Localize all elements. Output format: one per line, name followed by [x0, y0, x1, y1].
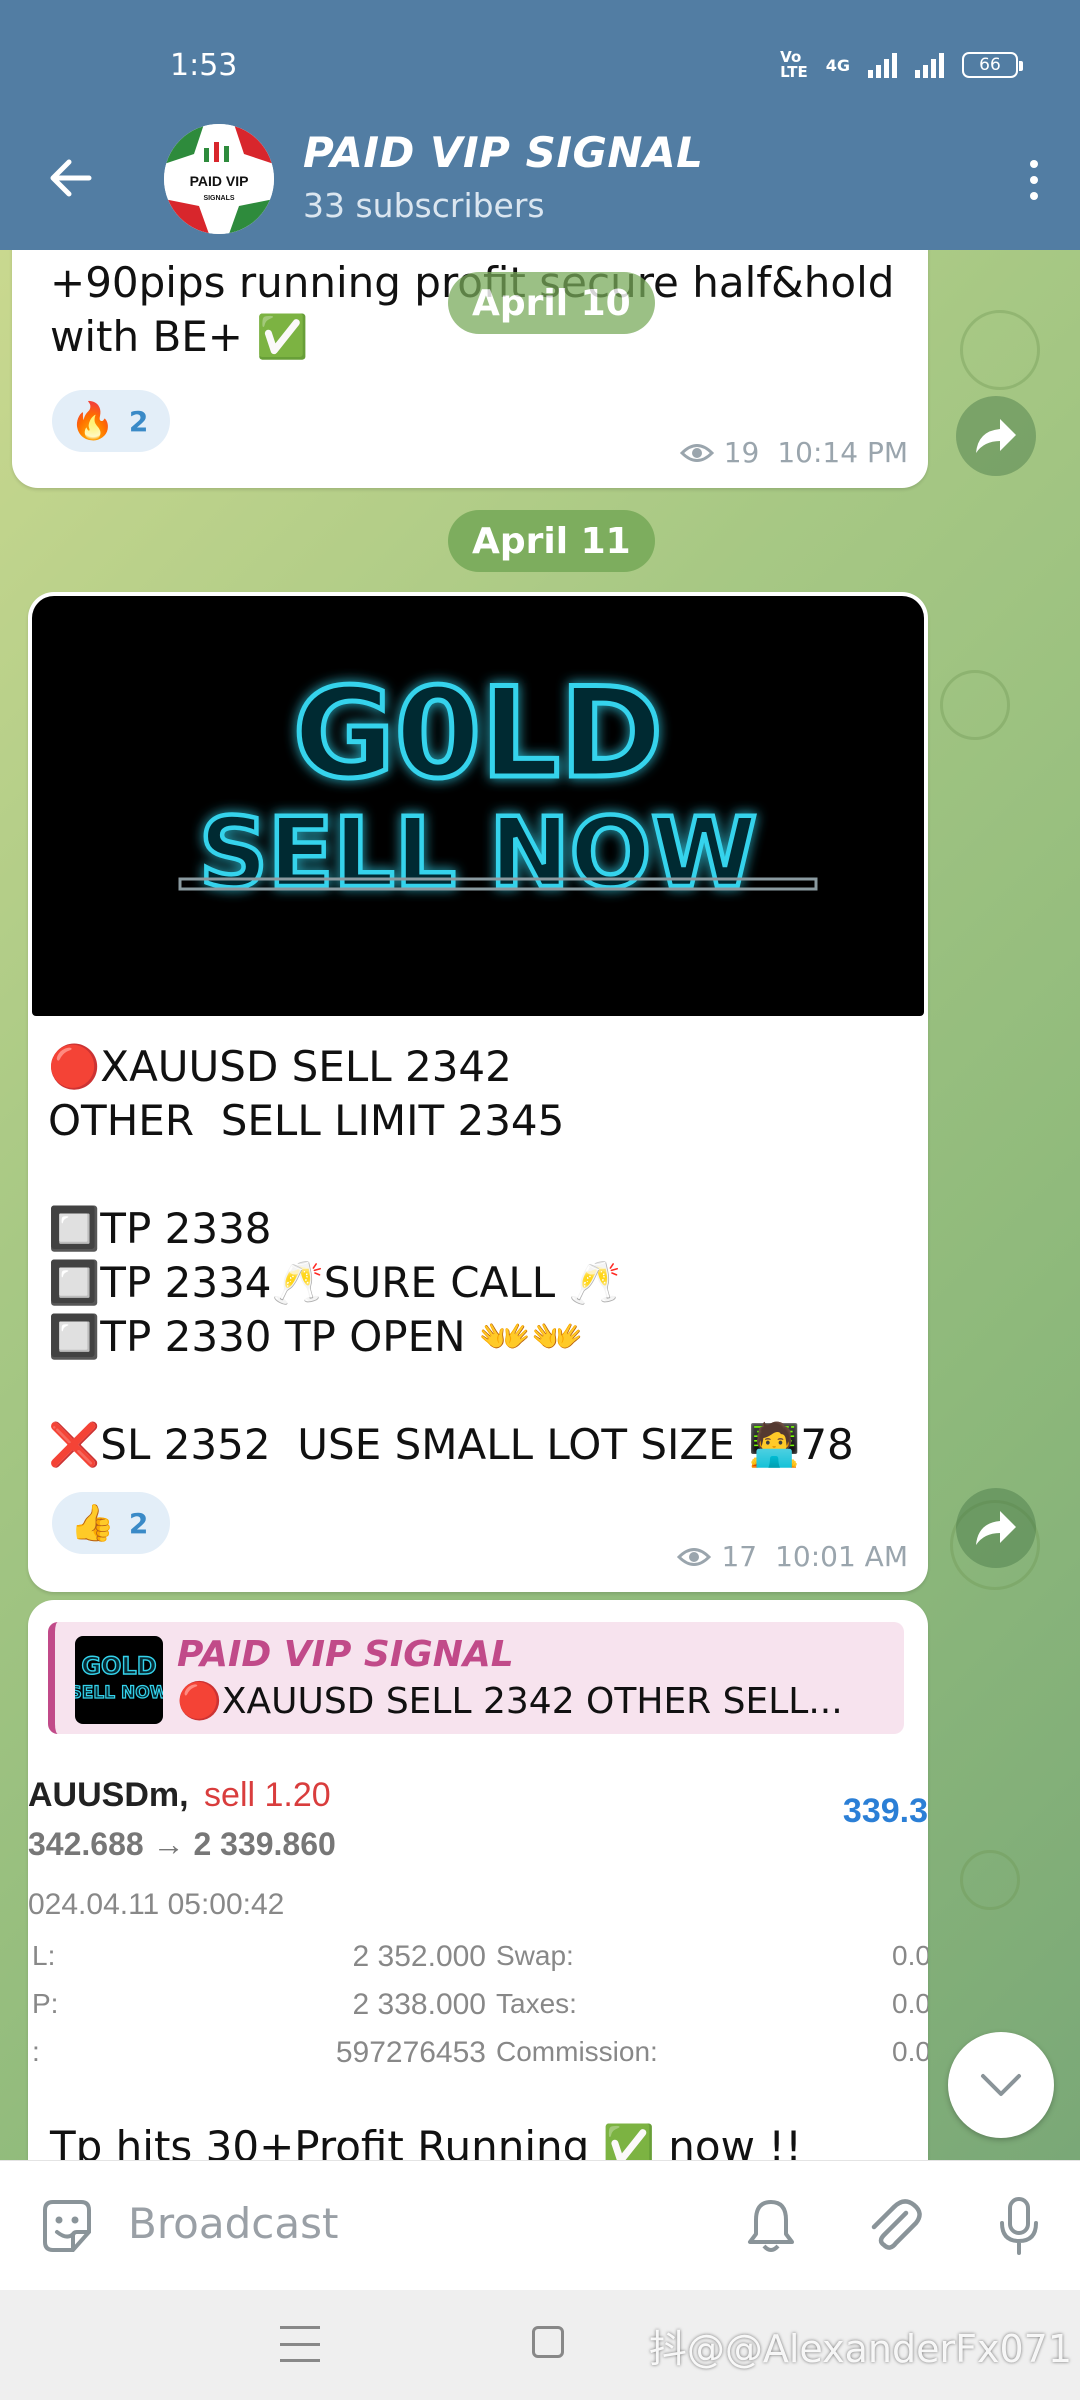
- trade-profit: 339.3: [842, 1792, 928, 1830]
- scroll-down-button[interactable]: [948, 2032, 1054, 2138]
- subscriber-count: 33 subscribers: [303, 186, 545, 225]
- reaction-chip[interactable]: 🔥 2: [52, 390, 171, 452]
- wallpaper-doodle: [940, 670, 1010, 740]
- recents-icon: [280, 2326, 320, 2329]
- bell-icon: [748, 2200, 794, 2252]
- image-subtitle: SELL NOW: [199, 797, 757, 909]
- thumbs-up-emoji: 👍: [70, 1503, 115, 1544]
- reply-text: 🔴XAUUSD SELL 2342 OTHER SELL...: [177, 1681, 843, 1722]
- svg-text:PAID VIP: PAID VIP: [190, 173, 249, 189]
- trade-row-value: 2 352.000: [352, 1940, 486, 1973]
- trade-row-value-2: 0.0: [892, 1940, 928, 1971]
- status-time: 1:53: [170, 48, 238, 83]
- trade-row-label: P:: [32, 1988, 59, 2019]
- recents-line: [280, 2342, 320, 2346]
- recents-line: [280, 2359, 320, 2362]
- eye-icon: [677, 1547, 712, 1566]
- mic-icon: [1000, 2197, 1038, 2255]
- signal-icon-2: [915, 52, 944, 78]
- message-time: 10:14 PM: [777, 436, 908, 469]
- attach-icon: [871, 2199, 922, 2250]
- fire-emoji: 🔥: [70, 401, 115, 442]
- composer-bar: Broadcast: [0, 2160, 1080, 2290]
- view-count: 17: [721, 1540, 758, 1573]
- message-list[interactable]: +90pips running profit secure half&hold …: [0, 250, 1080, 2160]
- trade-row-label-2: Swap:: [496, 1940, 574, 1971]
- date-separator: April 10: [448, 272, 655, 334]
- message-text: 🔴XAUUSD SELL 2342 OTHER SELL LIMIT 2345 …: [48, 1042, 854, 1469]
- more-vert-dot: [1030, 176, 1038, 184]
- reply-title: PAID VIP SIGNAL: [177, 1634, 514, 1675]
- thumb-line-1: GOLD: [81, 1652, 156, 1680]
- image-title: G0LD: [293, 662, 663, 806]
- battery-icon: 66: [962, 52, 1023, 78]
- reaction-count: 2: [128, 1506, 149, 1540]
- more-options-button[interactable]: [1014, 150, 1054, 210]
- status-icons: Vo LTE 4G 66: [780, 48, 1023, 81]
- channel-title[interactable]: PAID VIP SIGNAL: [303, 128, 703, 177]
- svg-text:SIGNALS: SIGNALS: [203, 195, 234, 202]
- message-meta: 19 10:14 PM: [679, 436, 908, 469]
- sticker-button[interactable]: [34, 2193, 100, 2259]
- message-bubble[interactable]: G0LD SELL NOW 🔴XAUUSD SELL 2342 OTHER SE…: [28, 592, 928, 1592]
- share-icon: [976, 419, 1016, 453]
- more-vert-dot: [1030, 192, 1038, 200]
- message-input[interactable]: Broadcast: [128, 2199, 338, 2248]
- message-bubble[interactable]: GOLD SELL NOW PAID VIP SIGNAL 🔴XAUUSD SE…: [28, 1600, 928, 2160]
- message-text: Tp hits 30+Profit Running ✅ now !!: [50, 2122, 802, 2160]
- sticker-icon: [43, 2200, 91, 2252]
- back-arrow-icon: [50, 159, 92, 197]
- reply-thumbnail: GOLD SELL NOW: [75, 1636, 163, 1724]
- channel-avatar[interactable]: PAID VIP SIGNALS: [164, 124, 274, 234]
- trade-symbol: AUUSDm, sell 1.20: [28, 1776, 331, 1815]
- recents-button[interactable]: [280, 2326, 320, 2362]
- trade-row-value: 2 338.000: [352, 1988, 486, 2021]
- trade-row-label: L:: [32, 1940, 56, 1971]
- battery-level: 66: [979, 55, 1001, 75]
- eye-icon: [679, 443, 714, 462]
- trade-screenshot[interactable]: AUUSDm, sell 1.20 339.3 342.688 → 2 339.…: [28, 1760, 928, 2069]
- trade-row-label: :: [32, 2036, 40, 2067]
- trade-row-value-2: 0.0: [892, 2036, 928, 2067]
- share-button[interactable]: [956, 396, 1036, 476]
- reaction-count: 2: [128, 404, 149, 438]
- message-time: 10:01 AM: [775, 1540, 908, 1573]
- avatar-logo-icon: PAID VIP SIGNALS: [164, 124, 274, 234]
- trade-row-label-2: Taxes:: [496, 1988, 577, 2019]
- trade-side: sell 1.20: [204, 1776, 331, 1814]
- trade-row-value: 597276453: [335, 2036, 486, 2069]
- watermark: 抖@@AlexanderFx071: [648, 2327, 1072, 2371]
- system-nav-bar: 抖@@AlexanderFx071: [0, 2290, 1080, 2400]
- reply-preview[interactable]: GOLD SELL NOW PAID VIP SIGNAL 🔴XAUUSD SE…: [48, 1622, 904, 1734]
- trade-row-label-2: Commission:: [496, 2036, 658, 2067]
- share-icon: [976, 1511, 1016, 1545]
- voice-button[interactable]: [986, 2193, 1052, 2259]
- view-count: 19: [723, 436, 760, 469]
- back-button[interactable]: [40, 148, 100, 208]
- volte-icon: Vo LTE: [780, 48, 808, 81]
- silent-broadcast-button[interactable]: [738, 2193, 804, 2259]
- trade-row-value-2: 0.0: [892, 1988, 928, 2019]
- signal-icon: [868, 52, 897, 78]
- attach-button[interactable]: [862, 2193, 928, 2259]
- trade-prices: 342.688 → 2 339.860: [28, 1826, 336, 1862]
- home-button[interactable]: [532, 2326, 564, 2358]
- share-button[interactable]: [956, 1488, 1036, 1568]
- gold-sell-image[interactable]: G0LD SELL NOW: [32, 596, 924, 1016]
- chevron-down-icon: [981, 2074, 1021, 2096]
- trade-datetime: 024.04.11 05:00:42: [28, 1888, 285, 1921]
- more-vert-icon: [1030, 160, 1038, 168]
- message-meta: 17 10:01 AM: [677, 1540, 908, 1573]
- app-header: 1:53 Vo LTE 4G 66 PAID VIP SIGNALS PAID V…: [0, 0, 1080, 250]
- date-separator: April 11: [448, 510, 655, 572]
- thumb-line-2: SELL NOW: [75, 1683, 163, 1703]
- network-label: 4G: [825, 55, 850, 75]
- wallpaper-doodle: [960, 1850, 1020, 1910]
- reaction-chip[interactable]: 👍 2: [52, 1492, 171, 1554]
- wallpaper-doodle: [960, 310, 1040, 390]
- trade-symbol-text: AUUSDm,: [28, 1776, 189, 1814]
